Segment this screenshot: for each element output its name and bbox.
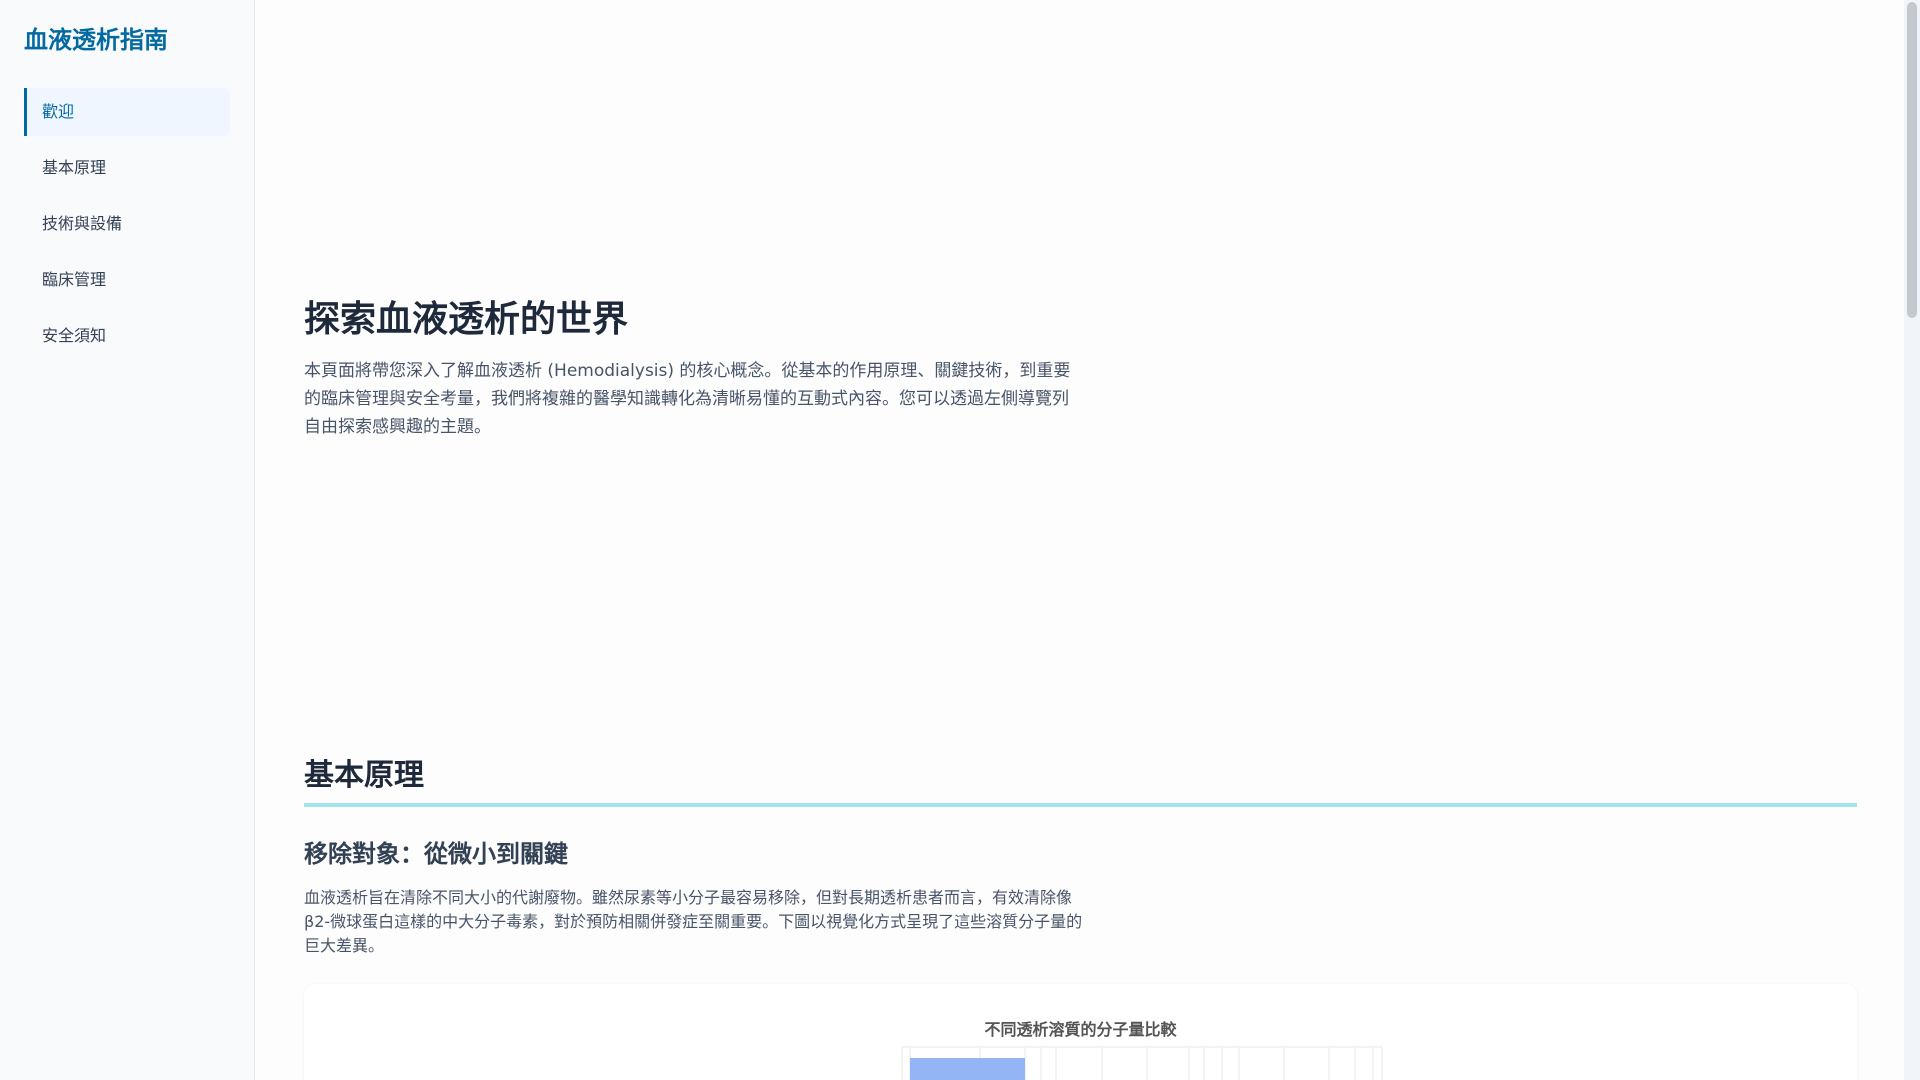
chart-card: 不同透析溶質的分子量比較 [304, 984, 1857, 1080]
sidebar-nav: 歡迎 基本原理 技術與設備 臨床管理 安全須知 [24, 88, 230, 360]
main-content: 探索血液透析的世界 本頁面將帶您深入了解血液透析 (Hemodialysis) … [255, 0, 1904, 1080]
sidebar-item-principles[interactable]: 基本原理 [24, 144, 230, 192]
hero-text: 本頁面將帶您深入了解血液透析 (Hemodialysis) 的核心概念。從基本的… [304, 361, 1071, 437]
page-scrollbar[interactable] [1904, 0, 1920, 1080]
chart-bar [910, 1058, 1025, 1080]
subsection-text: 血液透析旨在清除不同大小的代謝廢物。雖然尿素等小分子最容易移除，但對長期透析患者… [304, 888, 1083, 955]
section-title: 基本原理 [304, 758, 424, 793]
sidebar-item-technology[interactable]: 技術與設備 [24, 200, 230, 248]
subsection-title: 移除對象：從微小到關鍵 [304, 840, 568, 868]
sidebar: 血液透析指南 歡迎 基本原理 技術與設備 臨床管理 安全須知 [0, 0, 255, 1080]
section-divider [304, 803, 1857, 807]
app-title[interactable]: 血液透析指南 [24, 25, 230, 55]
sidebar-item-clinical[interactable]: 臨床管理 [24, 256, 230, 304]
molecular-weight-chart [901, 1046, 1383, 1080]
chart-title: 不同透析溶質的分子量比較 [984, 1020, 1177, 1039]
sidebar-item-safety[interactable]: 安全須知 [24, 312, 230, 360]
scrollbar-thumb[interactable] [1907, 2, 1917, 318]
sidebar-item-welcome[interactable]: 歡迎 [24, 88, 230, 136]
hero-title: 探索血液透析的世界 [304, 299, 629, 340]
